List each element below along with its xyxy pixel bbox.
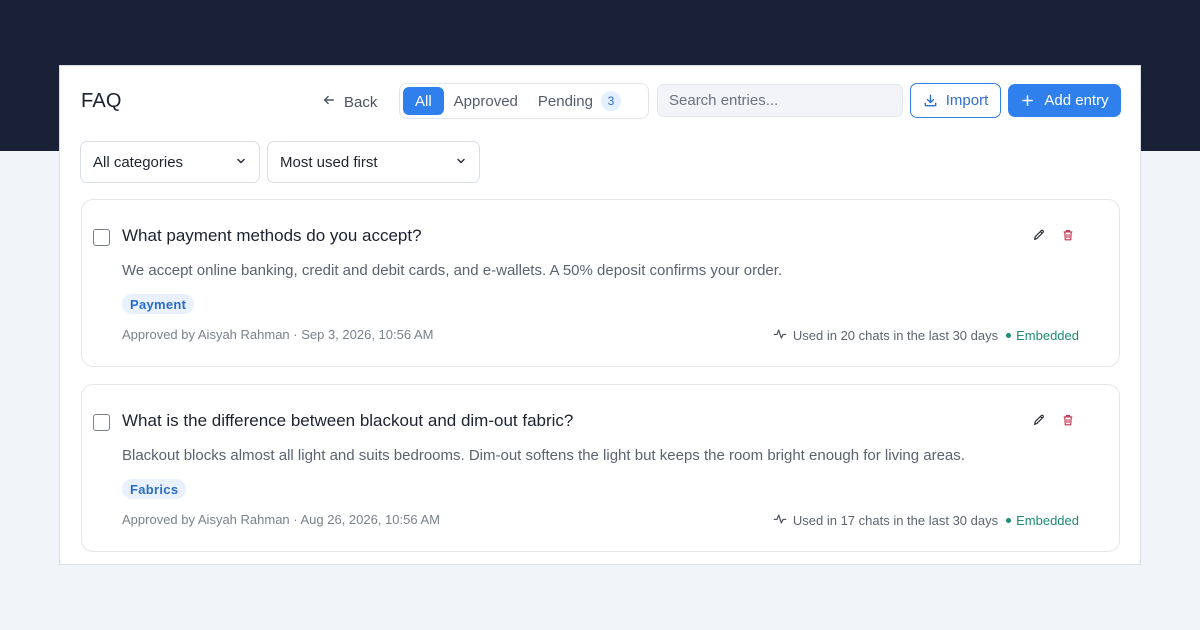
status-dot [1006,333,1012,338]
entry-approval-meta: Approved by Aisyah Rahman · Sep 3, 2026,… [122,327,434,342]
faq-panel: FAQ Back All Approved Pending 3 Im [59,65,1141,565]
entry-question: What is the difference between blackout … [122,411,574,430]
add-entry-button-label: Add entry [1044,92,1109,109]
status-dot [1006,518,1012,523]
chevron-down-icon [455,154,467,171]
chevron-down-icon [235,154,247,171]
usage-text: Used in 20 chats in the last 30 days [792,328,999,343]
pencil-icon[interactable] [1032,413,1046,427]
tab-approved-label: Approved [453,92,518,110]
embedded-status-label: Embedded [1016,328,1079,343]
tab-pending[interactable]: Pending 3 [528,87,631,115]
download-icon [923,93,938,108]
embedded-status-label: Embedded [1016,513,1079,528]
embedded-status: Embedded [1006,513,1079,528]
category-tag: Payment [122,294,195,314]
search-input[interactable] [657,84,903,117]
add-entry-button[interactable]: Add entry [1008,84,1121,117]
entry-answer: Blackout blocks almost all light and sui… [122,447,965,464]
status-tabs: All Approved Pending 3 [399,83,649,119]
tab-approved[interactable]: Approved [444,87,528,115]
usage-text: Used in 17 chats in the last 30 days [792,513,999,528]
import-button[interactable]: Import [910,83,1001,118]
faq-header: FAQ Back All Approved Pending 3 Im [60,66,1140,136]
tab-pending-label: Pending [537,92,593,110]
entry-checkbox[interactable] [93,414,110,431]
pencil-icon[interactable] [1032,228,1046,242]
category-select[interactable]: All categories [80,141,260,183]
page-title: FAQ [81,90,122,112]
entry-question: What payment methods do you accept? [122,226,422,245]
import-button-label: Import [945,92,989,109]
back-button[interactable]: Back [322,88,377,116]
category-select-value: All categories [93,153,184,171]
arrow-left-icon [322,93,336,111]
category-tag: Fabrics [122,479,187,499]
sort-select-value: Most used first [280,153,378,171]
entry-usage: Used in 20 chats in the last 30 days Emb… [773,327,1079,344]
entry-checkbox[interactable] [93,229,110,246]
embedded-status: Embedded [1006,328,1079,343]
activity-icon [773,327,787,344]
entry-usage: Used in 17 chats in the last 30 days Emb… [773,512,1079,529]
entry-approval-meta: Approved by Aisyah Rahman · Aug 26, 2026… [122,512,440,527]
faq-entry-card: What is the difference between blackout … [81,384,1120,552]
plus-icon [1020,93,1035,108]
tab-all[interactable]: All [403,87,444,115]
faq-entry-card: What payment methods do you accept? We a… [81,199,1120,367]
pending-count-badge: 3 [600,91,621,111]
sort-select[interactable]: Most used first [267,141,480,183]
tab-all-label: All [415,92,432,110]
trash-icon[interactable] [1061,413,1075,427]
trash-icon[interactable] [1061,228,1075,242]
entry-answer: We accept online banking, credit and deb… [122,262,783,279]
activity-icon [773,512,787,529]
back-button-label: Back [344,93,378,111]
